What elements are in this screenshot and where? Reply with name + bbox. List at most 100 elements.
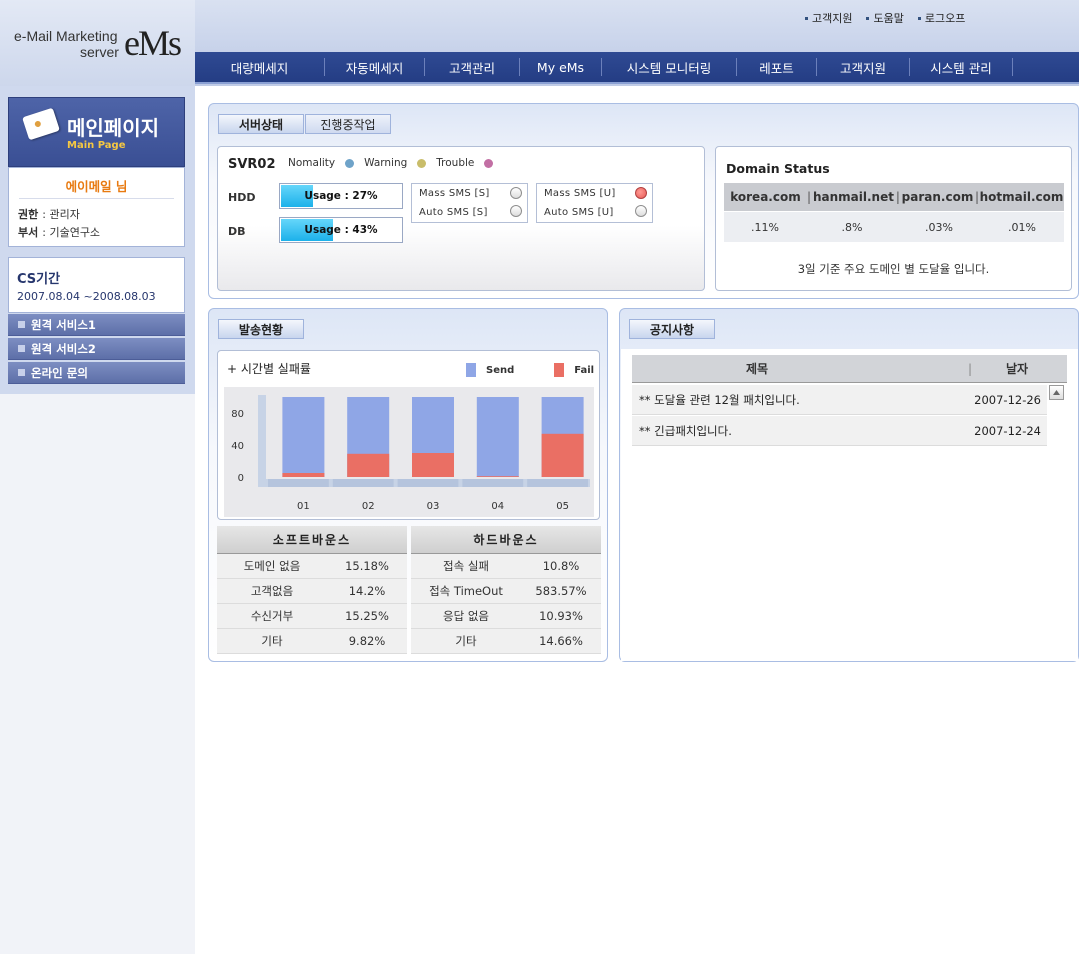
- chart-plot: 0 40 80 01 02 03 04 05: [224, 387, 594, 517]
- sidebar-item-online-inquiry[interactable]: 온라인 문의: [8, 362, 185, 384]
- util-link-label: 고객지원: [812, 12, 853, 25]
- y-tick-label: 40: [231, 441, 244, 452]
- table-row: 응답 없음 10.93%: [411, 604, 601, 629]
- nav-auto-message[interactable]: 자동메세지: [325, 58, 425, 76]
- nav-my-ems[interactable]: My eMs: [520, 58, 602, 76]
- table-row: 기타 9.82%: [217, 629, 407, 654]
- row-value: 15.25%: [345, 609, 389, 623]
- table-row: 접속 실패 10.8%: [411, 554, 601, 579]
- nav-report[interactable]: 레포트: [737, 58, 817, 76]
- legend-warning: Warning: [364, 157, 427, 169]
- notice-header-row: 제목 | 날자: [632, 355, 1067, 383]
- table-row: 고객없음 14.2%: [217, 579, 407, 604]
- notice-row[interactable]: ** 도달율 관련 12월 패치입니다. 2007-12-26: [632, 385, 1047, 415]
- main-page-subtitle: Main Page: [67, 140, 126, 151]
- x-tick-cell: [527, 479, 588, 487]
- row-value: 10.8%: [542, 559, 580, 573]
- util-link-label: 로그오프: [924, 12, 966, 25]
- table-row: 수신거부 15.25%: [217, 604, 407, 629]
- table-row: 접속 TimeOut 583.57%: [411, 579, 601, 604]
- row-key: 응답 없음: [443, 609, 489, 623]
- domain-status-box: Domain Status korea.com | hanmail.net | …: [715, 146, 1072, 291]
- legend-normal: Nomality: [288, 157, 355, 169]
- logo-mark: eMs: [124, 23, 182, 63]
- status-dot-icon: [345, 158, 355, 168]
- domain-note: 3일 기준 주요 도메인 별 도달율 입니다.: [797, 262, 990, 276]
- nav-system-monitoring[interactable]: 시스템 모니터링: [602, 58, 737, 76]
- sms-auto-s-indicator[interactable]: [510, 205, 522, 217]
- status-dot-icon: [417, 158, 427, 168]
- x-tick-cell: [332, 479, 394, 487]
- cs-period-box: CS기간 2007.08.04 ~2008.08.03: [8, 257, 185, 313]
- sms-mass-u-indicator[interactable]: [635, 187, 647, 199]
- tab-server-status[interactable]: 서버상태: [218, 114, 304, 134]
- dept-value: 기술연구소: [49, 226, 101, 239]
- separator: |: [967, 361, 972, 376]
- util-link-support[interactable]: 고객지원: [805, 10, 852, 26]
- notice-date: 2007-12-24: [974, 423, 1041, 438]
- utility-links: 고객지원 도움말 로그오프: [805, 10, 965, 26]
- row-key: 기타: [455, 634, 477, 648]
- bullet-icon: [18, 369, 25, 376]
- nav-bulk-message[interactable]: 대량메세지: [195, 58, 325, 76]
- legend-label: Nomality: [288, 157, 336, 169]
- domain-value-row: .11% .8% .03% .01%: [724, 212, 1064, 242]
- y-tick-label: 80: [231, 409, 244, 420]
- dept-label: 부서: [18, 226, 39, 239]
- main-page-banner[interactable]: 메인페이지 Main Page: [8, 97, 185, 167]
- bullet-icon: [18, 345, 25, 352]
- hard-bounce-table: 하드바운스 접속 실패 10.8% 접속 TimeOut 583.57% 응답 없음…: [411, 526, 601, 654]
- sidebar-item-remote-service-1[interactable]: 원격 서비스1: [8, 314, 185, 336]
- tab-send-status[interactable]: 발송현황: [218, 319, 304, 339]
- notice-panel: 공지사항 제목 | 날자 ** 도달율 관련 12월 패치입니다. 2007-1…: [619, 308, 1079, 662]
- domain-col: hotmail.com: [979, 190, 1064, 204]
- x-tick-label: 05: [556, 501, 569, 512]
- bullet-icon: [917, 16, 921, 20]
- hdd-usage-bar: Usage : 27%: [279, 183, 403, 209]
- notice-title[interactable]: ** 도달율 관련 12월 패치입니다.: [632, 392, 962, 408]
- nav-customer[interactable]: 고객관리: [425, 58, 520, 76]
- nav-support[interactable]: 고객지원: [817, 58, 910, 76]
- sidebar-item-label: 원격 서비스2: [31, 341, 96, 356]
- util-link-logoff[interactable]: 로그오프: [917, 10, 966, 26]
- legend-trouble: Trouble: [436, 157, 494, 169]
- status-legend: Nomality Warning Trouble: [288, 157, 494, 169]
- logo[interactable]: e-Mail Marketing server eMs: [0, 0, 195, 86]
- sms-auto-u-indicator[interactable]: [635, 205, 647, 217]
- user-info: 에이메일 님 권한: 관리자 부서: 기술연구소: [8, 167, 185, 247]
- send-bar: [476, 397, 519, 477]
- util-link-help[interactable]: 도움말: [866, 10, 904, 26]
- server-monitor-box: SVR02 Nomality Warning Trouble HDD Usage…: [217, 146, 705, 291]
- server-status-panel: 서버상태 진행중작업 SVR02 Nomality Warning Troubl…: [208, 103, 1079, 299]
- tab-notice[interactable]: 공지사항: [629, 319, 715, 339]
- domain-status-title: Domain Status: [726, 161, 830, 176]
- row-value: 15.18%: [345, 559, 389, 573]
- fail-bar: [412, 453, 454, 477]
- sidebar-item-label: 원격 서비스1: [31, 317, 96, 332]
- plot-background: [224, 387, 594, 517]
- hard-bounce-title: 하드바운스: [411, 526, 601, 554]
- row-key: 수신거부: [250, 609, 294, 623]
- sidebar-item-label: 온라인 문의: [31, 365, 88, 380]
- table-row: 기타 14.66%: [411, 629, 601, 654]
- y-axis-bar: [258, 395, 266, 487]
- row-value: 583.57%: [535, 584, 587, 598]
- scroll-up-button[interactable]: [1049, 385, 1064, 400]
- divider: [19, 198, 174, 199]
- tab-in-progress[interactable]: 진행중작업: [305, 114, 391, 134]
- sidebar-item-remote-service-2[interactable]: 원격 서비스2: [8, 338, 185, 360]
- bullet-icon: [866, 16, 870, 20]
- row-value: 10.93%: [539, 609, 583, 623]
- nav-system-admin[interactable]: 시스템 관리: [910, 58, 1013, 76]
- fail-bar: [476, 476, 519, 477]
- sms-mass-s-indicator[interactable]: [510, 187, 522, 199]
- domain-value: .03%: [925, 220, 953, 234]
- domain-value: .8%: [841, 220, 863, 234]
- table-row: 도메인 없음 15.18%: [217, 554, 407, 579]
- domain-value: .01%: [1008, 220, 1036, 234]
- db-usage-bar: Usage : 43%: [279, 217, 403, 243]
- notice-row[interactable]: ** 긴급패치입니다. 2007-12-24: [632, 416, 1047, 446]
- fail-bar: [282, 473, 325, 477]
- notice-col-date: 날자: [1005, 362, 1029, 376]
- notice-title[interactable]: ** 긴급패치입니다.: [632, 423, 962, 439]
